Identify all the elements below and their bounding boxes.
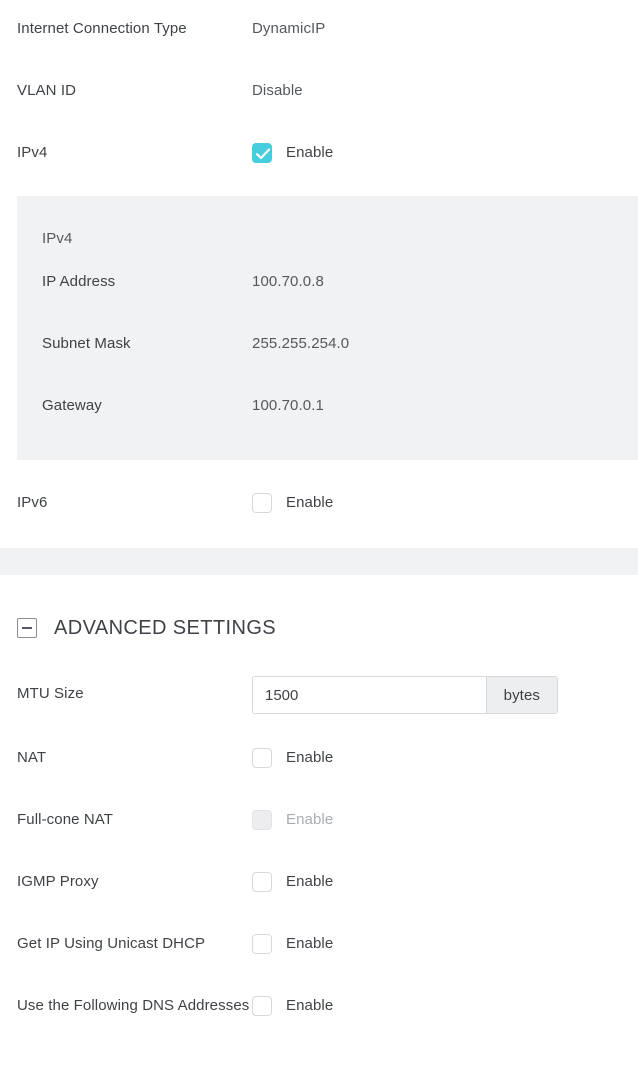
ipv4-row-gateway: Gateway 100.70.0.1 — [17, 395, 638, 457]
row-ipv4-enable: IPv4 Enable — [0, 142, 638, 204]
label-full-cone-nat: Full-cone NAT — [17, 811, 114, 828]
row-internet-connection-type: Internet Connection Type DynamicIP — [0, 18, 638, 80]
value-internet-connection-type: DynamicIP — [252, 20, 326, 37]
igmp-proxy-enable-control[interactable]: Enable — [252, 864, 333, 899]
label-get-ip-using-unicast-dhcp: Get IP Using Unicast DHCP — [17, 935, 206, 952]
value-vlan-id: Disable — [252, 82, 303, 99]
unicast-dhcp-enable-control[interactable]: Enable — [252, 926, 333, 961]
igmp-proxy-enable-checkbox[interactable] — [252, 871, 272, 892]
label-mtu-size: MTU Size — [17, 685, 84, 702]
ipv4-enable-label: Enable — [286, 144, 334, 161]
label-ipv6: IPv6 — [17, 494, 48, 511]
ipv4-panel-title: IPv4 — [42, 230, 73, 247]
row-nat: NAT Enable — [17, 740, 333, 775]
minus-square-icon[interactable] — [17, 618, 37, 638]
label-nat: NAT — [17, 749, 47, 766]
basic-settings-section: Internet Connection Type DynamicIP VLAN … — [0, 0, 638, 204]
label-use-following-dns-addresses: Use the Following DNS Addresses — [17, 997, 250, 1014]
ipv4-enable-checkbox[interactable] — [252, 143, 272, 163]
dns-addresses-enable-checkbox[interactable] — [252, 995, 272, 1016]
ipv4-row-ip-address: IP Address 100.70.0.8 — [17, 271, 638, 333]
label-gateway: Gateway — [42, 397, 102, 414]
label-vlan-id: VLAN ID — [17, 82, 77, 99]
label-internet-connection-type: Internet Connection Type — [17, 20, 187, 37]
label-ipv4: IPv4 — [17, 144, 48, 161]
unicast-dhcp-enable-label: Enable — [286, 934, 334, 952]
full-cone-nat-enable-checkbox — [252, 809, 272, 830]
ipv4-enable-control[interactable]: Enable — [252, 142, 333, 164]
dns-addresses-enable-control[interactable]: Enable — [252, 988, 333, 1023]
dns-addresses-enable-label: Enable — [286, 996, 334, 1014]
ipv6-enable-label: Enable — [286, 494, 334, 511]
mtu-size-input[interactable] — [253, 677, 486, 713]
label-igmp-proxy: IGMP Proxy — [17, 873, 99, 890]
advanced-settings-title: ADVANCED SETTINGS — [54, 617, 277, 639]
row-full-cone-nat: Full-cone NAT Enable — [17, 802, 333, 837]
full-cone-nat-enable-control: Enable — [252, 802, 333, 837]
label-subnet-mask: Subnet Mask — [42, 335, 131, 352]
mtu-size-unit-addon: bytes — [485, 677, 557, 713]
ipv6-enable-checkbox[interactable] — [252, 493, 272, 513]
ipv4-info-panel: IPv4 IP Address 100.70.0.8 Subnet Mask 2… — [17, 196, 638, 460]
value-gateway: 100.70.0.1 — [252, 397, 324, 414]
unicast-dhcp-enable-checkbox[interactable] — [252, 933, 272, 954]
nat-enable-checkbox[interactable] — [252, 747, 272, 768]
row-mtu-size: MTU Size bytes — [17, 676, 558, 714]
row-igmp-proxy: IGMP Proxy Enable — [17, 864, 333, 899]
ipv4-row-subnet-mask: Subnet Mask 255.255.254.0 — [17, 333, 638, 395]
row-use-following-dns-addresses: Use the Following DNS Addresses Enable — [17, 988, 333, 1023]
nat-enable-label: Enable — [286, 748, 334, 766]
nat-enable-control[interactable]: Enable — [252, 740, 333, 775]
row-get-ip-using-unicast-dhcp: Get IP Using Unicast DHCP Enable — [17, 926, 333, 961]
label-ip-address: IP Address — [42, 273, 116, 290]
row-ipv6-enable: IPv6 Enable — [0, 492, 638, 514]
ipv6-enable-control[interactable]: Enable — [252, 492, 333, 514]
advanced-settings-header[interactable]: ADVANCED SETTINGS — [17, 616, 276, 640]
value-subnet-mask: 255.255.254.0 — [252, 335, 350, 352]
mtu-size-input-group[interactable]: bytes — [252, 676, 558, 714]
value-ip-address: 100.70.0.8 — [252, 273, 324, 290]
router-wan-settings-page: Internet Connection Type DynamicIP VLAN … — [0, 0, 638, 1080]
checkmark-icon — [255, 148, 271, 160]
section-separator — [0, 548, 638, 575]
igmp-proxy-enable-label: Enable — [286, 872, 334, 890]
row-vlan-id: VLAN ID Disable — [0, 80, 638, 142]
full-cone-nat-enable-label: Enable — [286, 810, 334, 828]
